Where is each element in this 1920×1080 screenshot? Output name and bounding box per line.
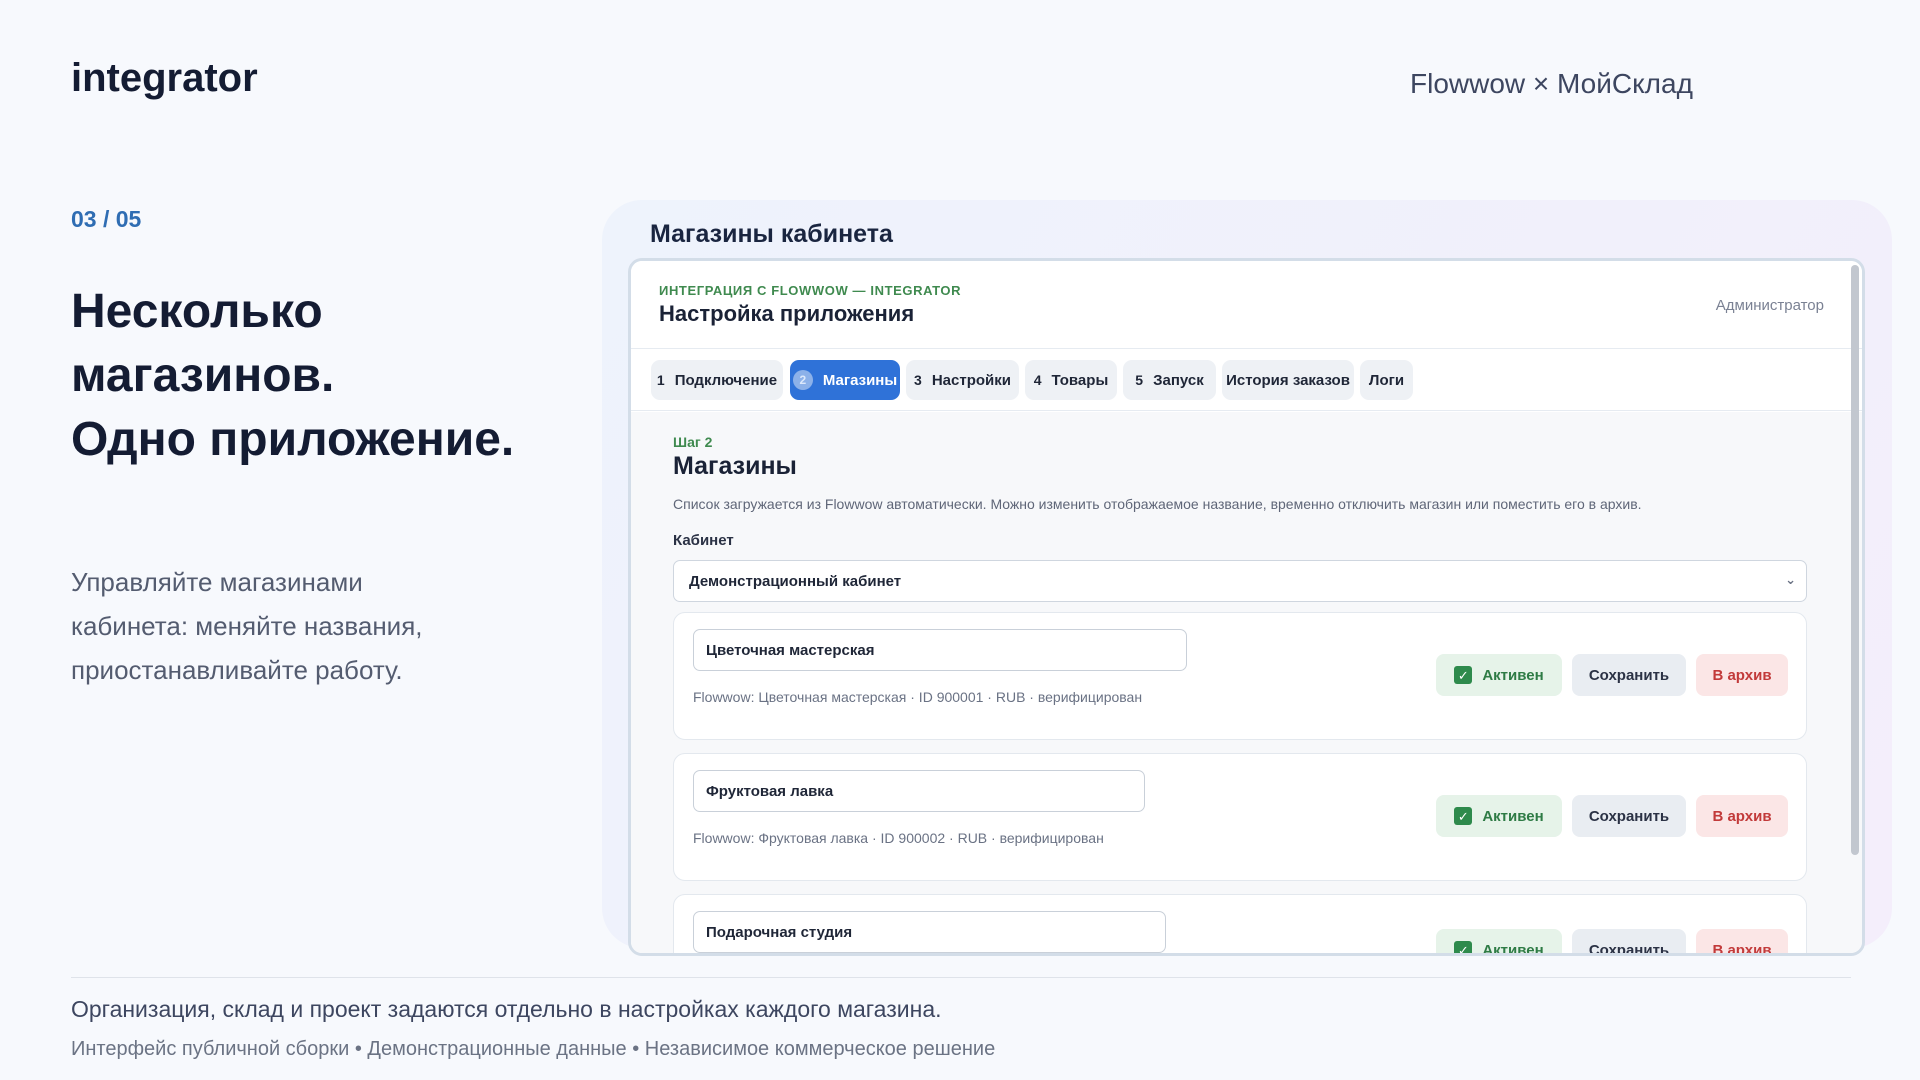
tab-label: Запуск [1153, 371, 1204, 389]
footer-divider [71, 977, 1851, 978]
lead-line-3: приостанавливайте работу. [71, 655, 403, 685]
store-name-input[interactable]: Подарочная студия [693, 911, 1166, 953]
tab-label: Настройки [931, 371, 1011, 389]
tab-launch[interactable]: 5 Запуск [1123, 360, 1216, 400]
headline-line-3: Одно приложение. [71, 413, 515, 466]
active-toggle-label: Активен [1482, 666, 1544, 684]
archive-button[interactable]: В архив [1696, 654, 1788, 696]
screenshot-stage: Магазины кабинета ИНТЕГРАЦИЯ С FLOWWOW —… [602, 200, 1892, 956]
lead-text: Управляйте магазинами кабинета: меняйте … [71, 560, 491, 692]
tab-stores[interactable]: 2 Магазины [790, 360, 900, 400]
tab-number: 2 [792, 370, 813, 390]
active-toggle[interactable]: ✓ Активен [1436, 929, 1562, 956]
cabinet-label: Кабинет [673, 532, 734, 549]
tab-number: 3 [914, 372, 922, 388]
lead-line-1: Управляйте магазинами [71, 567, 363, 597]
footer-disclaimer: Интерфейс публичной сборки • Демонстраци… [71, 1038, 996, 1060]
lead-line-2: кабинета: меняйте названия, [71, 611, 423, 641]
active-toggle[interactable]: ✓ Активен [1436, 654, 1562, 696]
archive-button[interactable]: В архив [1696, 929, 1788, 953]
user-role[interactable]: Администратор [1716, 297, 1824, 314]
cabinet-select-value: Демонстрационный кабинет [689, 572, 902, 590]
tab-label: Логи [1368, 371, 1405, 389]
section-description: Список загружается из Flowwow автоматиче… [673, 496, 1642, 512]
store-name-input[interactable]: Фруктовая лавка [693, 770, 1145, 812]
store-meta: Flowwow: Цветочная мастерская · ID 90000… [693, 689, 1143, 705]
app-eyebrow: ИНТЕГРАЦИЯ С FLOWWOW — INTEGRATOR [659, 283, 962, 298]
save-button[interactable]: Сохранить [1572, 795, 1686, 837]
tab-label: Подключение [674, 371, 778, 389]
archive-button[interactable]: В архив [1696, 795, 1788, 837]
app-window: ИНТЕГРАЦИЯ С FLOWWOW — INTEGRATOR Настро… [628, 258, 1865, 956]
cabinet-select[interactable]: Демонстрационный кабинет ⌄ [673, 560, 1807, 602]
app-title: Настройка приложения [659, 301, 915, 326]
tab-connection[interactable]: 1 Подключение [651, 360, 783, 400]
tab-order-history[interactable]: История заказов [1222, 360, 1354, 400]
app-header: ИНТЕГРАЦИЯ С FLOWWOW — INTEGRATOR Настро… [631, 261, 1862, 349]
checkbox-checked-icon: ✓ [1454, 807, 1473, 825]
brand-logo: integrator [71, 56, 258, 100]
scrollbar[interactable] [1851, 265, 1859, 855]
save-button[interactable]: Сохранить [1572, 929, 1686, 953]
step-label: Шаг 2 [673, 434, 713, 450]
store-meta: Flowwow: Фруктовая лавка · ID 900002 · R… [693, 830, 1104, 846]
headline: Несколько магазинов. Одно приложение. [71, 280, 514, 472]
footer-note: Организация, склад и проект задаются отд… [71, 996, 942, 1022]
headline-line-1: Несколько [71, 285, 323, 338]
stores-section: Шаг 2 Магазины Список загружается из Flo… [631, 412, 1862, 956]
active-toggle-label: Активен [1482, 941, 1544, 956]
tab-bar: 1 Подключение 2 Магазины 3 Настройки 4 Т… [631, 349, 1862, 411]
active-toggle-label: Активен [1482, 807, 1544, 825]
store-name-value: Подарочная студия [706, 923, 853, 941]
save-button[interactable]: Сохранить [1572, 654, 1686, 696]
tab-settings[interactable]: 3 Настройки [906, 360, 1019, 400]
store-card: Подарочная студия ✓ Активен Сохранить В … [673, 894, 1807, 956]
checkbox-checked-icon: ✓ [1454, 941, 1473, 953]
store-name-value: Фруктовая лавка [706, 782, 834, 800]
partners-label: Flowwow × МойСклад [1410, 68, 1693, 99]
checkbox-checked-icon: ✓ [1454, 666, 1473, 684]
tab-logs[interactable]: Логи [1360, 360, 1413, 400]
active-toggle[interactable]: ✓ Активен [1436, 795, 1562, 837]
tab-products[interactable]: 4 Товары [1025, 360, 1117, 400]
slide-counter: 03 / 05 [71, 206, 142, 232]
chevron-down-icon: ⌄ [1785, 572, 1796, 587]
section-title: Магазины [673, 452, 797, 480]
tab-label: Товары [1051, 371, 1109, 389]
stage-title: Магазины кабинета [650, 220, 893, 248]
headline-line-2: магазинов. [71, 349, 335, 402]
tab-label: История заказов [1226, 371, 1350, 389]
store-name-input[interactable]: Цветочная мастерская [693, 629, 1187, 671]
tab-number: 5 [1135, 372, 1144, 388]
store-card: Фруктовая лавка Flowwow: Фруктовая лавка… [673, 753, 1807, 881]
tab-label: Магазины [822, 371, 898, 389]
tab-number: 4 [1033, 372, 1042, 388]
store-card: Цветочная мастерская Flowwow: Цветочная … [673, 612, 1807, 740]
store-name-value: Цветочная мастерская [706, 641, 875, 659]
tab-number: 1 [656, 372, 665, 388]
